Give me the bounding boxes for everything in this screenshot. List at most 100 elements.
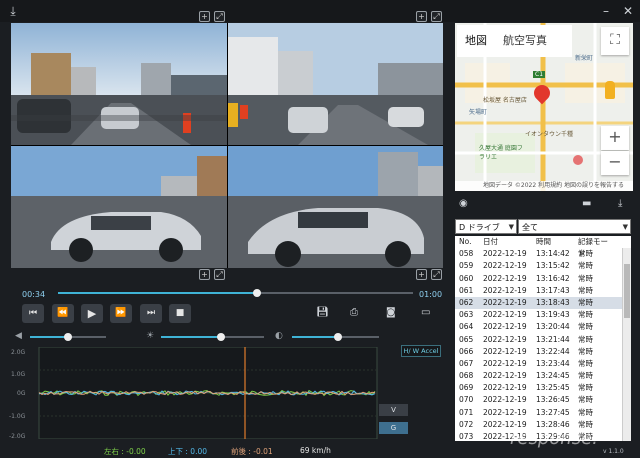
play-button[interactable]: ▶ bbox=[81, 304, 103, 323]
rewind-button[interactable]: ⏪ bbox=[52, 304, 74, 323]
table-row[interactable]: 066 2022-12-19 13:22:44 常時 bbox=[455, 346, 631, 358]
table-row[interactable]: 064 2022-12-19 13:20:44 常時 bbox=[455, 321, 631, 333]
zoom-plus-icon[interactable]: + bbox=[416, 11, 427, 22]
cell-no: 072 bbox=[459, 419, 474, 429]
zoom-in-button[interactable]: + bbox=[601, 126, 629, 150]
camera-icon[interactable]: ◙ bbox=[386, 307, 396, 318]
right-camera-view[interactable] bbox=[228, 146, 443, 268]
expand-icon[interactable]: ⤢ bbox=[214, 11, 225, 22]
expand-icon[interactable]: ⤢ bbox=[431, 11, 442, 22]
zoom-plus-icon[interactable]: + bbox=[416, 269, 427, 280]
map-panel[interactable]: 地図 航空写真 ⛶ 新栄町 松坂屋 名古屋店 矢場町 イオンタウン千種 久屋大通… bbox=[455, 23, 633, 191]
cell-no: 058 bbox=[459, 249, 474, 259]
cell-time: 13:24:45 bbox=[536, 371, 570, 381]
scrollbar-thumb[interactable] bbox=[624, 264, 630, 318]
cell-no: 061 bbox=[459, 285, 474, 295]
stop-button[interactable]: ■ bbox=[169, 304, 191, 323]
cell-no: 068 bbox=[459, 371, 474, 381]
cell-no: 060 bbox=[459, 273, 474, 283]
header-mode[interactable]: 記録モード bbox=[578, 236, 612, 258]
cell-time: 13:19:43 bbox=[536, 310, 570, 320]
volume-handle[interactable] bbox=[64, 333, 72, 341]
table-row[interactable]: 061 2022-12-19 13:17:43 常時 bbox=[455, 285, 631, 297]
cell-date: 2022-12-19 bbox=[483, 273, 527, 283]
download-icon[interactable]: ⤓ bbox=[4, 2, 22, 20]
cell-no: 059 bbox=[459, 261, 474, 271]
download-icon[interactable]: ⤓ bbox=[618, 198, 622, 209]
seek-handle[interactable] bbox=[252, 289, 261, 297]
table-row[interactable]: 062 2022-12-19 13:18:43 常時 bbox=[455, 296, 631, 310]
table-row[interactable]: 068 2022-12-19 13:24:45 常時 bbox=[455, 370, 631, 382]
scrollbar[interactable] bbox=[622, 248, 631, 441]
close-icon[interactable]: ✕ bbox=[619, 2, 637, 20]
drive-select[interactable]: D ドライブ ▼ bbox=[455, 219, 517, 234]
tab-map[interactable]: 地図 bbox=[457, 25, 495, 57]
cell-time: 13:20:44 bbox=[536, 322, 570, 332]
expand-icon[interactable]: ⤢ bbox=[431, 269, 442, 280]
volume-fill bbox=[30, 336, 68, 338]
previous-file-button[interactable]: ⏮ bbox=[22, 304, 44, 323]
cell-no: 066 bbox=[459, 346, 474, 356]
street-view-icon[interactable] bbox=[605, 81, 615, 99]
minimize-icon[interactable]: – bbox=[597, 2, 615, 20]
folder-icon[interactable]: ▬ bbox=[582, 198, 591, 209]
y-tick: 0G bbox=[17, 390, 26, 397]
fast-forward-button[interactable]: ⏩ bbox=[110, 304, 132, 323]
table-row[interactable]: 065 2022-12-19 13:21:44 常時 bbox=[455, 334, 631, 346]
front-camera-view[interactable] bbox=[11, 23, 227, 145]
cell-date: 2022-12-19 bbox=[483, 358, 527, 368]
brightness-handle[interactable] bbox=[217, 333, 225, 341]
dashcam-viewer-app: ⤓ – ✕ + ⤢ + ⤢ + ⤢ + ⤢ 地図 航空写真 ⛶ 新栄町 松坂屋 … bbox=[0, 0, 640, 458]
next-file-button[interactable]: ⏭ bbox=[140, 304, 162, 323]
mode-select[interactable]: 全て ▼ bbox=[518, 219, 631, 234]
fullscreen-icon[interactable]: ⛶ bbox=[601, 27, 629, 55]
header-no[interactable]: No. bbox=[455, 236, 481, 248]
expand-icon[interactable]: ⤢ bbox=[214, 269, 225, 280]
place-pin-icon bbox=[573, 155, 583, 165]
cell-time: 13:21:44 bbox=[536, 334, 570, 344]
print-icon[interactable]: ⎙ bbox=[350, 307, 358, 318]
zoom-out-button[interactable]: − bbox=[601, 151, 629, 175]
rear-camera-view[interactable] bbox=[228, 23, 443, 145]
brightness-slider[interactable] bbox=[161, 333, 264, 341]
cell-mode: 常時 bbox=[578, 407, 593, 417]
cell-no: 063 bbox=[459, 310, 474, 320]
recording-list: No. 日付 時間 記録モード 058 2022-12-19 13:14:42 常時 0… bbox=[455, 236, 631, 441]
table-row[interactable]: 069 2022-12-19 13:25:45 常時 bbox=[455, 382, 631, 394]
map-label: 矢場町 bbox=[469, 109, 488, 116]
tab-satellite[interactable]: 航空写真 bbox=[495, 25, 555, 57]
car-icon[interactable]: ▭ bbox=[421, 307, 430, 318]
contrast-handle[interactable] bbox=[334, 333, 342, 341]
cell-time: 13:23:44 bbox=[536, 358, 570, 368]
cell-mode: 常時 bbox=[578, 273, 593, 283]
drive-select-value: D ドライブ bbox=[459, 223, 500, 232]
table-row[interactable]: 070 2022-12-19 13:26:45 常時 bbox=[455, 394, 631, 406]
location-icon[interactable]: ◉ bbox=[459, 198, 468, 209]
map-attribution[interactable]: 地図データ ©2022 利用規約 地図の誤りを報告する bbox=[455, 181, 633, 191]
table-row[interactable]: 067 2022-12-19 13:23:44 常時 bbox=[455, 358, 631, 370]
volume-slider[interactable] bbox=[30, 333, 106, 341]
header-date[interactable]: 日付 bbox=[481, 236, 536, 248]
view-v-button[interactable]: V bbox=[379, 404, 408, 416]
contrast-slider[interactable] bbox=[292, 333, 379, 341]
zoom-plus-icon[interactable]: + bbox=[199, 269, 210, 280]
cell-mode: 常時 bbox=[578, 371, 593, 381]
header-time[interactable]: 時間 bbox=[536, 236, 578, 248]
map-label: イオンタウン千種 bbox=[525, 131, 574, 138]
view-g-button[interactable]: G bbox=[379, 422, 408, 434]
y-tick: 1.0G bbox=[11, 371, 26, 378]
watermark-logo: response. bbox=[510, 428, 598, 449]
table-row[interactable]: 059 2022-12-19 13:15:42 常時 bbox=[455, 260, 631, 272]
cell-time: 13:22:44 bbox=[536, 346, 570, 356]
cell-mode: 常時 bbox=[578, 285, 593, 295]
table-row[interactable]: 060 2022-12-19 13:16:42 常時 bbox=[455, 273, 631, 285]
seek-bar[interactable] bbox=[58, 289, 413, 297]
table-row[interactable]: 063 2022-12-19 13:19:43 常時 bbox=[455, 309, 631, 321]
save-icon[interactable]: 💾︎ bbox=[316, 307, 329, 318]
table-row[interactable]: 058 2022-12-19 13:14:42 常時 bbox=[455, 248, 631, 260]
cell-date: 2022-12-19 bbox=[483, 310, 527, 320]
table-row[interactable]: 071 2022-12-19 13:27:45 常時 bbox=[455, 407, 631, 419]
hw-accel-badge[interactable]: H/ W Accel bbox=[401, 345, 441, 357]
zoom-plus-icon[interactable]: + bbox=[199, 11, 210, 22]
left-camera-view[interactable] bbox=[11, 146, 227, 268]
